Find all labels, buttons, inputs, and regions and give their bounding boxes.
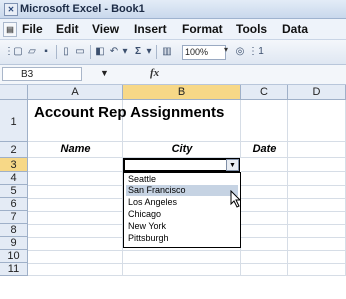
- row-header-1[interactable]: 1: [0, 100, 28, 142]
- cell-d1[interactable]: [288, 100, 346, 142]
- select-all-corner[interactable]: [0, 85, 28, 100]
- menu-bar: ▤ File Edit View Insert Format Tools Dat…: [0, 19, 346, 40]
- row-header-7[interactable]: 7: [0, 211, 28, 224]
- cell-d3[interactable]: [288, 158, 346, 172]
- row-header-3[interactable]: 3: [0, 158, 28, 172]
- window-title: Microsoft Excel - Book1: [20, 3, 145, 15]
- cell-c3[interactable]: [241, 158, 288, 172]
- print-icon[interactable]: ▭: [74, 45, 86, 59]
- menu-insert[interactable]: Insert: [134, 22, 167, 36]
- row-header-10[interactable]: 10: [0, 250, 28, 263]
- toolbar-grip-icon: ⋮: [4, 46, 14, 57]
- toolbar-separator: [156, 45, 157, 59]
- excel-app-icon[interactable]: ✕: [4, 3, 18, 16]
- save-icon[interactable]: ▪: [40, 45, 52, 59]
- formula-bar: B3 ▼ fx: [0, 65, 346, 85]
- menu-data[interactable]: Data: [282, 22, 308, 36]
- dropdown-option-pittsburgh[interactable]: Pittsburgh: [126, 233, 238, 244]
- undo-icon[interactable]: ↶: [108, 45, 120, 59]
- new-document-icon[interactable]: ▢: [12, 45, 24, 59]
- menu-file[interactable]: File: [22, 22, 43, 36]
- dropdown-arrow-icon[interactable]: ▼: [226, 159, 239, 171]
- date-header: Date: [252, 143, 277, 155]
- column-header-b[interactable]: B: [123, 85, 241, 100]
- window-title-bar: ✕ Microsoft Excel - Book1: [0, 0, 346, 19]
- dropdown-option-new-york[interactable]: New York: [126, 221, 238, 232]
- city-header: City: [171, 143, 193, 155]
- active-cell-b3[interactable]: [123, 158, 240, 172]
- toolbar-separator: [56, 45, 57, 59]
- row-header-6[interactable]: 6: [0, 198, 28, 211]
- row-header-2[interactable]: 2: [0, 142, 28, 158]
- name-header: Name: [60, 143, 91, 155]
- name-box[interactable]: B3: [2, 67, 82, 81]
- row-header-11[interactable]: 11: [0, 263, 28, 276]
- zoom-dropdown-icon[interactable]: ▾: [224, 45, 228, 54]
- workbook-icon[interactable]: ▤: [3, 22, 17, 37]
- function-icon[interactable]: fx: [150, 67, 159, 79]
- toolbar-grip-icon: ⋮: [248, 46, 258, 57]
- print-preview-icon[interactable]: ◧: [94, 45, 106, 59]
- row-gridline: [28, 263, 346, 264]
- name-box-dropdown-icon[interactable]: ▼: [100, 68, 109, 78]
- sheet-title: Account Rep Assignments: [34, 104, 225, 121]
- open-folder-icon[interactable]: ▱: [26, 45, 38, 59]
- undo-dropdown-icon[interactable]: ▾: [121, 45, 129, 59]
- autosum-dropdown-icon[interactable]: ▾: [145, 45, 153, 59]
- cell-c1[interactable]: [241, 100, 288, 142]
- row-header-8[interactable]: 8: [0, 224, 28, 237]
- column-header-d[interactable]: D: [288, 85, 346, 100]
- help-icon[interactable]: ◎: [234, 45, 246, 59]
- autosum-icon[interactable]: Σ: [132, 45, 144, 59]
- column-header-a[interactable]: A: [28, 85, 123, 100]
- toolbar-separator: [90, 45, 91, 59]
- permission-icon[interactable]: ▯: [60, 45, 72, 59]
- cells-column-b-lower[interactable]: [123, 248, 241, 276]
- dropdown-option-chicago[interactable]: Chicago: [126, 209, 238, 220]
- row-header-9[interactable]: 9: [0, 237, 28, 250]
- row-header-5[interactable]: 5: [0, 185, 28, 198]
- cell-d2[interactable]: [288, 142, 346, 158]
- column-header-c[interactable]: C: [241, 85, 288, 100]
- menu-format[interactable]: Format: [182, 22, 223, 36]
- standard-toolbar: ⋮ ▢ ▱ ▪ ▯ ▭ ◧ ↶ ▾ Σ ▾ ▥ 100% ▾ ◎ ⋮ 1: [0, 40, 346, 65]
- row-header-4[interactable]: 4: [0, 172, 28, 185]
- city-dropdown-list: Seattle San Francisco Los Angeles Chicag…: [123, 172, 241, 248]
- cell-a3[interactable]: [28, 158, 123, 172]
- dropdown-option-san-francisco[interactable]: San Francisco: [126, 185, 238, 196]
- menu-tools[interactable]: Tools: [236, 22, 267, 36]
- row-gridline: [28, 250, 346, 251]
- dropdown-option-seattle[interactable]: Seattle: [126, 174, 238, 185]
- menu-view[interactable]: View: [92, 22, 119, 36]
- menu-edit[interactable]: Edit: [56, 22, 79, 36]
- font-size-field[interactable]: 1: [256, 45, 266, 59]
- chart-wizard-icon[interactable]: ▥: [160, 45, 174, 59]
- zoom-field[interactable]: 100%: [182, 45, 226, 60]
- mouse-pointer-icon: [230, 190, 242, 208]
- dropdown-option-los-angeles[interactable]: Los Angeles: [126, 197, 238, 208]
